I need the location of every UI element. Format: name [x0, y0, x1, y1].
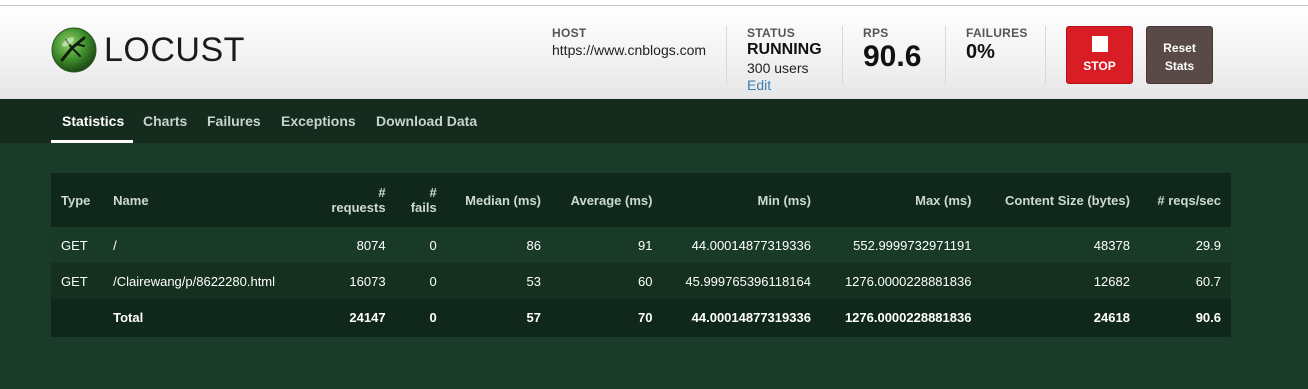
col-max[interactable]: Max (ms)	[821, 173, 982, 227]
cell-average: 70	[551, 299, 663, 335]
host-value: https://www.cnblogs.com	[552, 42, 707, 58]
col-requests[interactable]: # requests	[314, 173, 396, 227]
stats-table: Type Name # requests # fails Median (ms)…	[51, 173, 1231, 335]
status-label: STATUS	[747, 26, 796, 40]
cell-reqs-sec: 29.9	[1139, 227, 1231, 263]
col-fails[interactable]: # fails	[396, 173, 447, 227]
edit-link[interactable]: Edit	[747, 77, 822, 93]
cell-content-size: 12682	[981, 263, 1140, 299]
col-requests-line2: requests	[331, 200, 386, 215]
col-fails-line1: #	[429, 185, 437, 200]
host-block: HOST https://www.cnblogs.com	[552, 26, 706, 58]
cell-reqs-sec: 60.7	[1139, 263, 1231, 299]
cell-fails: 0	[395, 227, 447, 263]
rps-label: RPS	[863, 26, 889, 40]
status-value: RUNNING	[747, 41, 822, 58]
table-row: GET /Clairewang/p/8622280.html 16073 0 5…	[51, 263, 1231, 299]
cell-content-size: 24618	[981, 299, 1140, 335]
tab-bar: Statistics Charts Failures Exceptions Do…	[0, 99, 1308, 143]
reset-stats-button[interactable]: Reset Stats	[1146, 26, 1213, 84]
cell-content-size: 48378	[981, 227, 1140, 263]
col-content-size[interactable]: Content Size (bytes)	[981, 173, 1139, 227]
stop-label: STOP	[1083, 59, 1116, 73]
cell-name: /	[103, 227, 314, 263]
cell-max: 1276.0000228881836	[820, 263, 982, 299]
col-type[interactable]: Type	[51, 173, 103, 227]
divider	[726, 26, 727, 84]
cell-requests: 8074	[313, 227, 396, 263]
host-label: HOST	[552, 26, 587, 40]
table-total-row: Total 24147 0 57 70 44.00014877319336 12…	[51, 299, 1231, 335]
tab-exceptions[interactable]: Exceptions	[281, 99, 356, 143]
status-block: STATUS RUNNING 300 users Edit	[747, 26, 822, 93]
table-header-row: Type Name # requests # fails Median (ms)…	[51, 173, 1231, 227]
cell-min: 44.00014877319336	[662, 299, 821, 335]
tab-statistics[interactable]: Statistics	[62, 99, 124, 143]
cell-median: 53	[446, 263, 551, 299]
col-reqs-sec[interactable]: # reqs/sec	[1140, 173, 1231, 227]
divider	[842, 26, 843, 84]
cell-min: 45.999765396118164	[662, 263, 821, 299]
cell-average: 60	[551, 263, 663, 299]
col-fails-line2: fails	[410, 200, 437, 215]
users-count: 300 users	[747, 60, 809, 76]
cell-name: Total	[103, 299, 314, 335]
cell-max: 1276.0000228881836	[820, 299, 982, 335]
cell-median: 86	[446, 227, 551, 263]
stats-table-container: Type Name # requests # fails Median (ms)…	[51, 173, 1231, 337]
cell-fails: 0	[395, 299, 447, 335]
locust-logo-icon	[51, 27, 97, 73]
header-bar: LOCUST HOST https://www.cnblogs.com STAT…	[0, 6, 1308, 99]
cell-type: GET	[51, 227, 104, 263]
tab-charts[interactable]: Charts	[143, 99, 187, 143]
cell-type	[51, 299, 104, 335]
col-name[interactable]: Name	[103, 173, 314, 227]
reset-label-line2: Stats	[1164, 59, 1195, 73]
cell-median: 57	[446, 299, 551, 335]
col-min[interactable]: Min (ms)	[662, 173, 820, 227]
cell-fails: 0	[395, 263, 447, 299]
cell-requests: 24147	[313, 299, 396, 335]
cell-requests: 16073	[313, 263, 396, 299]
stop-square-icon	[1091, 36, 1108, 52]
reset-label-line1: Reset	[1163, 41, 1196, 55]
cell-max: 552.9999732971191	[820, 227, 982, 263]
divider	[1045, 26, 1046, 84]
tab-download-data[interactable]: Download Data	[376, 99, 477, 143]
stop-button[interactable]: STOP	[1066, 26, 1133, 84]
failures-block: FAILURES 0%	[966, 26, 1028, 64]
cell-average: 91	[551, 227, 663, 263]
rps-block: RPS 90.6	[863, 26, 921, 74]
active-tab-indicator	[51, 140, 133, 143]
tab-failures[interactable]: Failures	[207, 99, 261, 143]
col-average[interactable]: Average (ms)	[551, 173, 662, 227]
col-median[interactable]: Median (ms)	[447, 173, 551, 227]
app-title: LOCUST	[104, 30, 245, 69]
cell-min: 44.00014877319336	[662, 227, 821, 263]
cell-name: /Clairewang/p/8622280.html	[103, 263, 314, 299]
divider	[945, 26, 946, 84]
cell-reqs-sec: 90.6	[1139, 299, 1231, 335]
failures-value: 0%	[966, 41, 995, 63]
logo: LOCUST	[50, 26, 245, 74]
cell-type: GET	[51, 263, 104, 299]
failures-label: FAILURES	[966, 26, 1028, 40]
rps-value: 90.6	[863, 40, 922, 73]
table-row: GET / 8074 0 86 91 44.00014877319336 552…	[51, 227, 1231, 263]
col-requests-line1: #	[378, 185, 386, 200]
